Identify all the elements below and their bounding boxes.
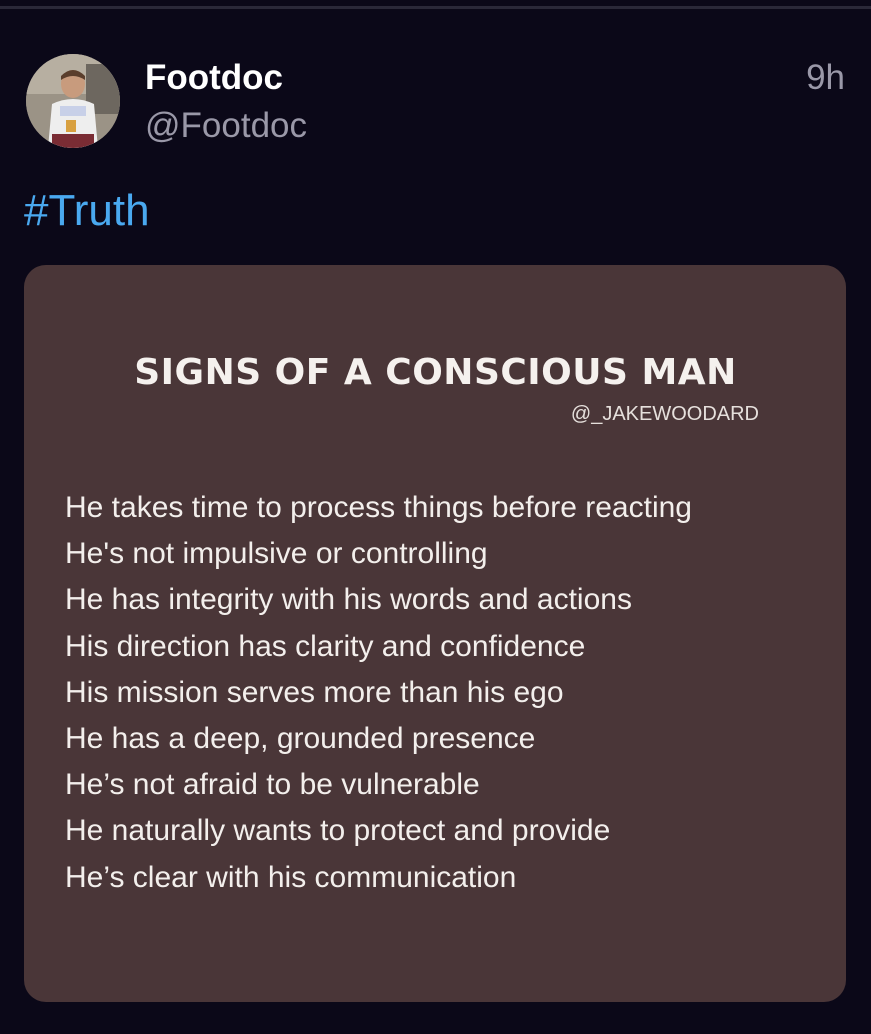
avatar[interactable] [26, 54, 120, 148]
avatar-image [26, 54, 120, 148]
author-handle[interactable]: @Footdoc [145, 104, 307, 148]
list-item: His mission serves more than his ego [65, 675, 564, 709]
image-credit: @_JAKEWOODARD [570, 403, 759, 425]
list-item: He's not impulsive or controlling [65, 537, 488, 571]
list-item: He has integrity with his words and acti… [65, 583, 632, 617]
list-item: He naturally wants to protect and provid… [65, 814, 611, 848]
list-item: He has a deep, grounded presence [65, 722, 536, 756]
image-list: He takes time to process things before r… [65, 485, 692, 901]
list-item: He’s not afraid to be vulnerable [65, 768, 480, 802]
author-display-name[interactable]: Footdoc [145, 56, 283, 100]
post-timestamp[interactable]: 9h [806, 56, 845, 100]
hashtag-link[interactable]: #Truth [24, 184, 150, 238]
list-item: He takes time to process things before r… [65, 491, 692, 524]
list-item: His direction has clarity and confidence [65, 629, 586, 663]
top-divider [0, 6, 871, 9]
image-title: SIGNS OF A CONSCIOUS MAN [134, 352, 737, 393]
list-item: He’s clear with his communication [65, 860, 517, 894]
